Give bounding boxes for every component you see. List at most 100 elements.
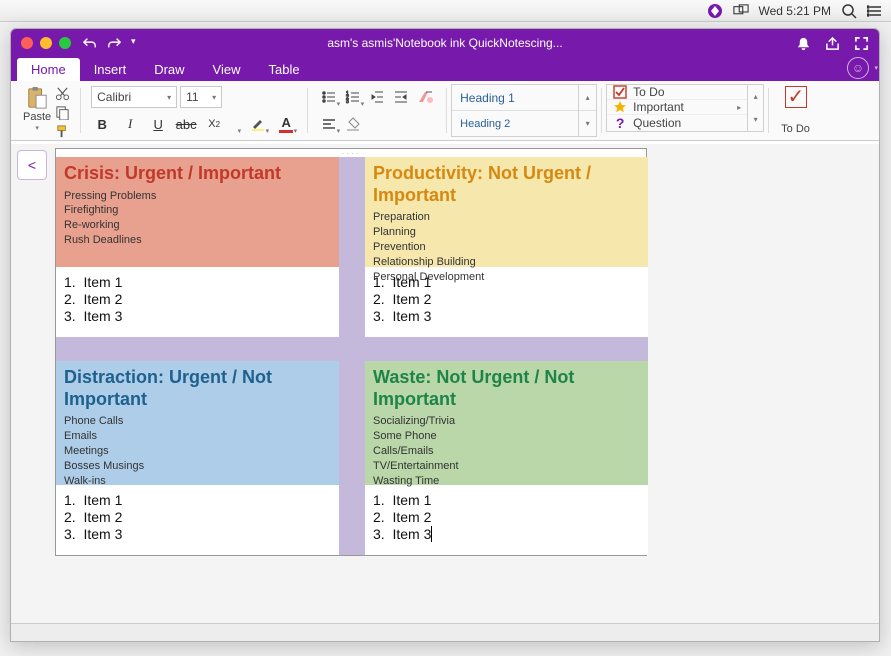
tag-important[interactable]: Important ▸ — [607, 100, 747, 115]
list-item[interactable]: 2. Item 2 — [64, 291, 331, 307]
delete-button[interactable] — [342, 113, 364, 135]
list-item[interactable]: 1. Item 1 — [373, 274, 640, 290]
list-item: Rush Deadlines — [64, 233, 331, 248]
list-item[interactable]: 1. Item 1 — [64, 274, 331, 290]
redo-button[interactable] — [107, 36, 121, 50]
share-icon[interactable] — [825, 36, 840, 51]
quadrant-crisis[interactable]: Crisis: Urgent / Important Pressing Prob… — [56, 157, 339, 337]
menubar-clock[interactable]: Wed 5:21 PM — [759, 4, 831, 18]
ribbon-tabs: Home Insert Draw View Table ☺ — [11, 57, 879, 81]
style-heading1[interactable]: Heading 1 — [452, 85, 578, 111]
tag-todo[interactable]: To Do — [607, 85, 747, 100]
cut-button[interactable] — [55, 86, 70, 101]
list-item: TV/Entertainment — [373, 459, 640, 474]
list-item: Pressing Problems — [64, 189, 331, 204]
tab-table[interactable]: Table — [255, 58, 314, 81]
list-item[interactable]: 2. Item 2 — [373, 509, 640, 525]
list-item[interactable]: 3. Item 3 — [64, 308, 331, 324]
q1-items[interactable]: 1. Item 12. Item 23. Item 3 — [64, 274, 331, 324]
list-item: Emails — [64, 429, 331, 444]
bold-button[interactable]: B — [91, 113, 113, 135]
strikethrough-button[interactable]: abc — [175, 113, 197, 135]
list-item: Calls/Emails — [373, 444, 640, 459]
copy-button[interactable] — [55, 105, 70, 120]
subscript-dropdown[interactable] — [231, 113, 241, 135]
list-item: Prevention — [373, 240, 640, 255]
checkbox-icon — [613, 85, 627, 99]
quadrant-distraction[interactable]: Distraction: Urgent / Not Important Phon… — [56, 361, 339, 555]
ribbon: Paste ▾ Calibri▾ 11▾ B I U abc X2 — [11, 81, 879, 141]
subscript-button[interactable]: X2 — [203, 113, 225, 135]
onenote-window: ▾ asm's asmis'Notebook ink QuickNotescin… — [10, 28, 880, 642]
close-window-button[interactable] — [21, 37, 33, 49]
menu-list-icon[interactable] — [867, 3, 883, 19]
expand-nav-button[interactable]: < — [17, 150, 47, 180]
tag-question[interactable]: ? Question — [607, 115, 747, 131]
tab-home[interactable]: Home — [17, 58, 80, 81]
quadrant-productivity[interactable]: Productivity: Not Urgent / Important Pre… — [365, 157, 648, 337]
outdent-button[interactable] — [366, 86, 388, 108]
highlight-button[interactable] — [247, 113, 269, 135]
styles-scroll-up[interactable]: ▴ — [579, 85, 596, 111]
tab-view[interactable]: View — [199, 58, 255, 81]
font-family-select[interactable]: Calibri▾ — [91, 86, 177, 108]
quick-access-toolbar: ▾ — [83, 36, 136, 50]
minimize-window-button[interactable] — [40, 37, 52, 49]
font-color-button[interactable]: A — [275, 113, 297, 135]
spotlight-icon[interactable] — [841, 3, 857, 19]
q4-items[interactable]: 1. Item 12. Item 23. Item 3 — [373, 492, 640, 542]
column-gap — [339, 361, 365, 555]
purple-diamond-icon — [707, 3, 723, 19]
list-item[interactable]: 3. Item 3 — [64, 526, 331, 542]
style-heading2[interactable]: Heading 2 — [452, 111, 578, 136]
undo-button[interactable] — [83, 36, 97, 50]
align-button[interactable] — [318, 113, 340, 135]
q4-examples: Socializing/TriviaSome PhoneCalls/Emails… — [373, 414, 640, 488]
paste-button[interactable]: Paste ▾ — [23, 86, 51, 132]
list-item[interactable]: 2. Item 2 — [64, 509, 331, 525]
tab-draw[interactable]: Draw — [140, 58, 198, 81]
paragraph-group: 123 — [312, 84, 442, 137]
list-item[interactable]: 1. Item 1 — [373, 492, 640, 508]
quadrant-waste[interactable]: Waste: Not Urgent / Not Important Social… — [365, 361, 648, 555]
styles-scroll-down[interactable]: ▾ — [579, 111, 596, 136]
list-item[interactable]: 3. Item 3 — [373, 308, 640, 324]
todo-button[interactable]: To Do — [773, 84, 818, 137]
list-item: Socializing/Trivia — [373, 414, 640, 429]
tags-scroll-up[interactable]: ▴ — [754, 92, 758, 101]
q3-items[interactable]: 1. Item 12. Item 23. Item 3 — [64, 492, 331, 542]
feedback-smiley-icon[interactable]: ☺ — [847, 57, 869, 79]
note-canvas[interactable]: ···· Crisis: Urgent / Important Pressing… — [55, 148, 647, 556]
qat-customize-button[interactable]: ▾ — [131, 36, 136, 50]
underline-button[interactable]: U — [147, 113, 169, 135]
format-painter-button[interactable] — [55, 124, 70, 139]
numbering-button[interactable]: 123 — [342, 86, 364, 108]
clear-formatting-button[interactable] — [414, 86, 436, 108]
mac-menubar: Wed 5:21 PM — [0, 0, 891, 22]
canvas-scroll[interactable]: ···· Crisis: Urgent / Important Pressing… — [53, 144, 879, 623]
list-item[interactable]: 3. Item 3 — [373, 526, 640, 542]
fullscreen-icon[interactable] — [854, 36, 869, 51]
italic-button[interactable]: I — [119, 113, 141, 135]
list-item: Some Phone — [373, 429, 640, 444]
zoom-window-button[interactable] — [59, 37, 71, 49]
q1-examples: Pressing ProblemsFirefightingRe-workingR… — [64, 189, 331, 248]
q2-items[interactable]: 1. Item 12. Item 23. Item 3 — [373, 274, 640, 324]
font-size-select[interactable]: 11▾ — [180, 86, 222, 108]
tags-scroll-down[interactable]: ▾ — [754, 115, 758, 124]
list-item: Planning — [373, 225, 640, 240]
clipboard-group: Paste ▾ — [17, 84, 76, 137]
page-area: < ···· Crisis: Urgent / Important Pressi… — [11, 144, 879, 623]
list-item: Firefighting — [64, 203, 331, 218]
notifications-icon[interactable] — [796, 36, 811, 51]
list-item[interactable]: 2. Item 2 — [373, 291, 640, 307]
window-title: asm's asmis'Notebook ink QuickNotescing.… — [327, 36, 562, 50]
indent-button[interactable] — [390, 86, 412, 108]
titlebar: ▾ asm's asmis'Notebook ink QuickNotescin… — [11, 29, 879, 57]
bullets-button[interactable] — [318, 86, 340, 108]
container-handle[interactable]: ···· — [56, 149, 646, 157]
tab-insert[interactable]: Insert — [80, 58, 141, 81]
paste-label: Paste — [23, 111, 51, 123]
list-item[interactable]: 1. Item 1 — [64, 492, 331, 508]
q3-examples: Phone CallsEmailsMeetingsBosses MusingsW… — [64, 414, 331, 488]
